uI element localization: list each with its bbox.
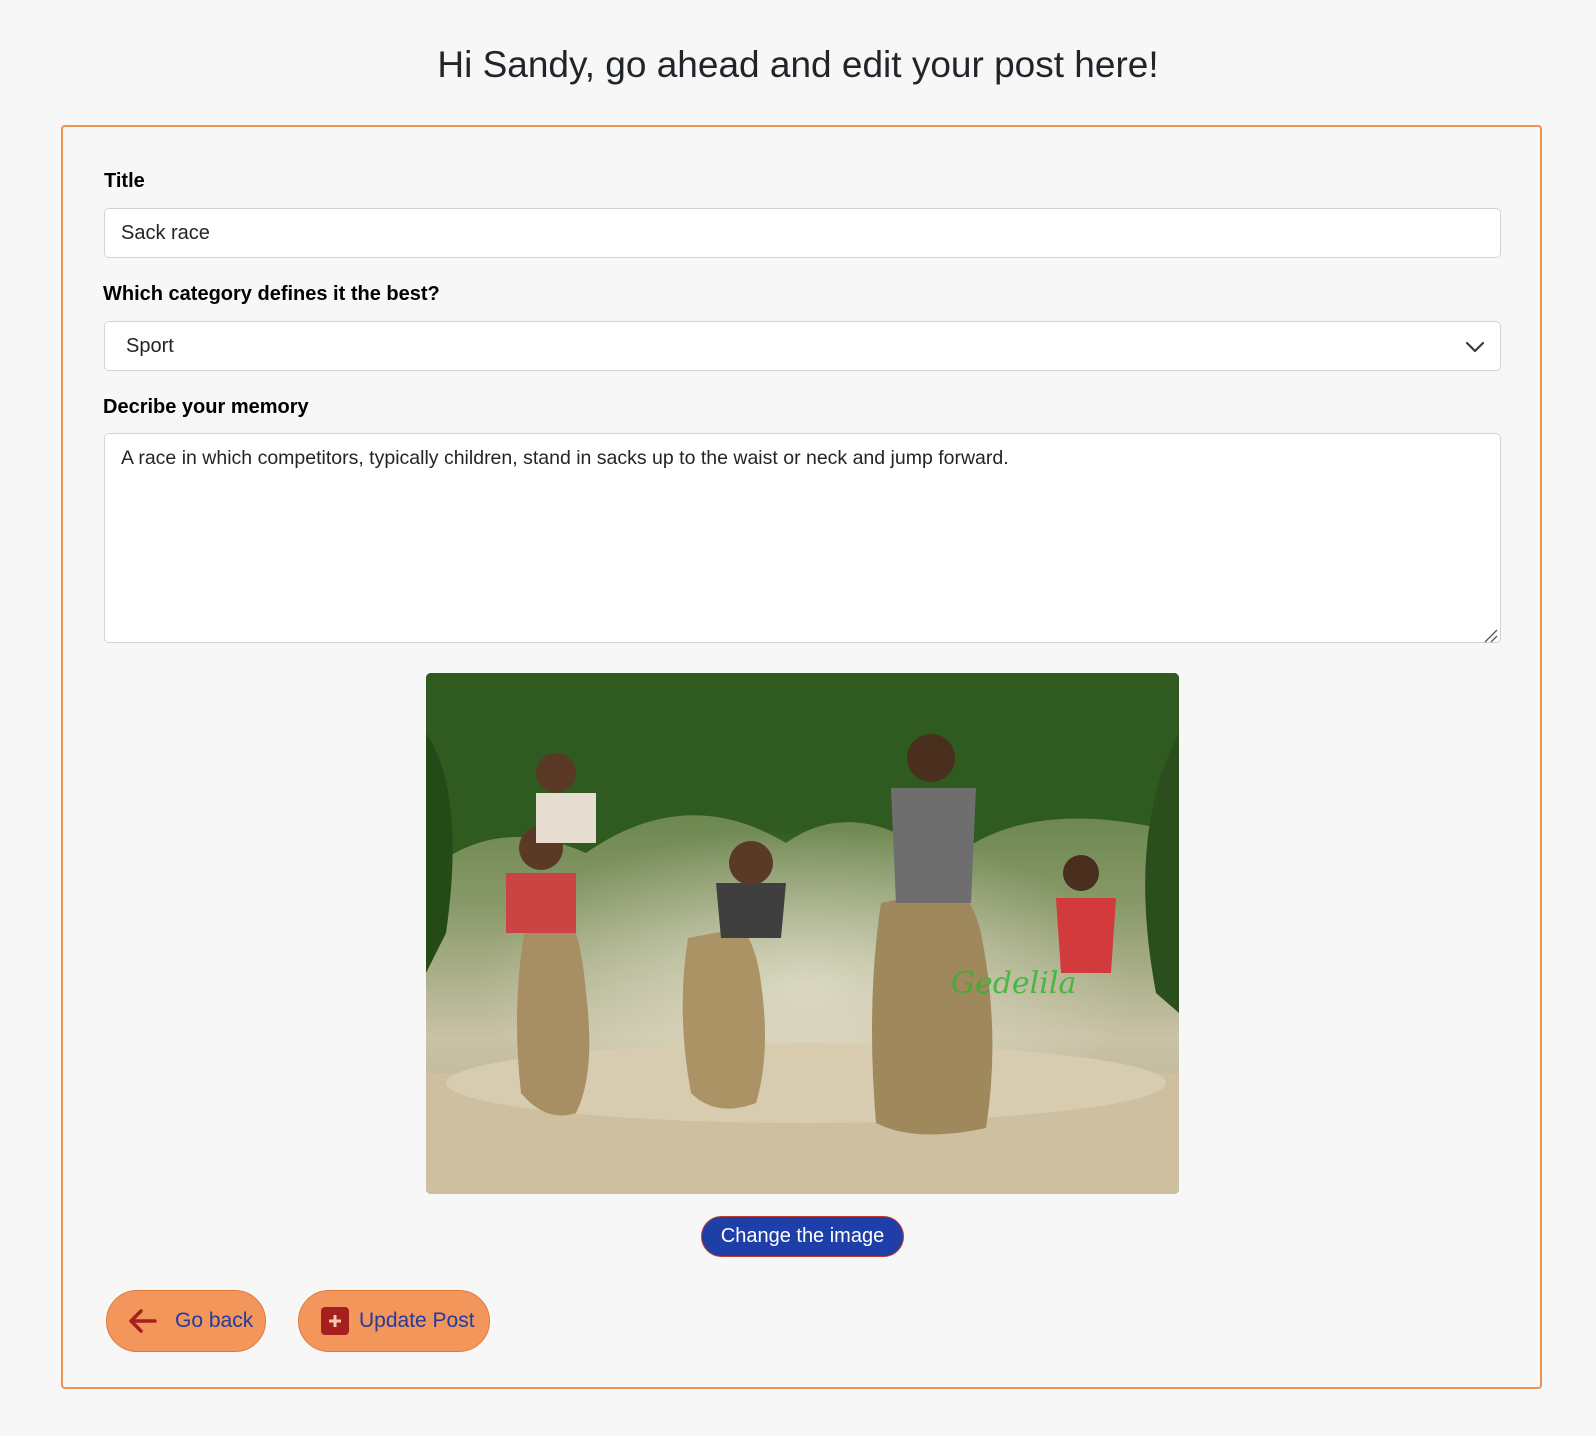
update-post-label: Update Post <box>359 1309 475 1332</box>
description-label: Decribe your memory <box>103 396 309 418</box>
image-watermark: Gedelila <box>951 966 1076 1001</box>
title-input-value: Sack race <box>121 221 210 244</box>
sack-race-photo: Gedelila <box>426 673 1179 1194</box>
change-image-button[interactable]: Change the image <box>701 1216 904 1257</box>
chevron-down-icon <box>1464 336 1486 358</box>
title-label: Title <box>104 170 145 192</box>
category-select-value: Sport <box>126 334 174 357</box>
update-post-button[interactable]: Update Post <box>298 1290 490 1352</box>
title-input[interactable]: Sack race <box>104 208 1501 258</box>
plus-square-icon <box>321 1307 349 1335</box>
category-label: Which category defines it the best? <box>103 283 440 305</box>
category-select[interactable]: Sport <box>104 321 1501 371</box>
arrow-left-icon <box>127 1305 159 1337</box>
resize-handle-icon[interactable] <box>1482 624 1498 643</box>
description-text: A race in which competitors, typically c… <box>121 447 1009 469</box>
go-back-button[interactable]: Go back <box>106 1290 266 1352</box>
go-back-label: Go back <box>175 1309 254 1332</box>
post-image: Gedelila <box>426 673 1179 1194</box>
edit-post-form: Title Sack race Which category defines i… <box>61 125 1542 1389</box>
page-title: Hi Sandy, go ahead and edit your post he… <box>437 44 1159 85</box>
description-textarea[interactable]: A race in which competitors, typically c… <box>104 433 1501 643</box>
